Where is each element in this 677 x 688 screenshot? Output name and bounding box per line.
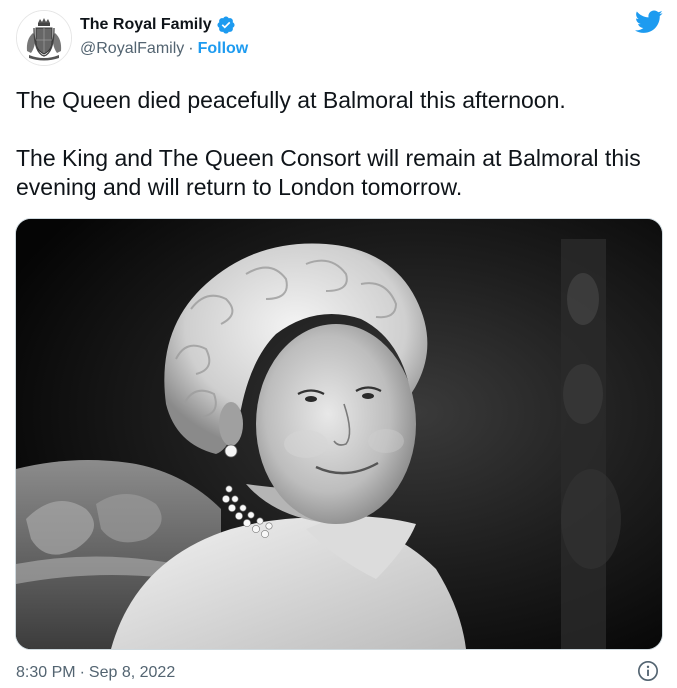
verified-badge-icon (216, 15, 236, 35)
author-handle-row: @RoyalFamily · Follow (80, 40, 248, 58)
coat-of-arms-icon (17, 11, 71, 65)
tweet-paragraph: The Queen died peacefully at Balmoral th… (16, 87, 566, 113)
tweet-time: 8:30 PM (16, 664, 76, 681)
avatar[interactable] (16, 10, 72, 66)
follow-button[interactable]: Follow (198, 40, 249, 58)
tweet-paragraph: The King and The Queen Consort will rema… (16, 145, 641, 200)
tweet-timestamp[interactable]: 8:30 PM · Sep 8, 2022 (16, 664, 175, 682)
author-handle[interactable]: @RoyalFamily (80, 40, 184, 58)
author-display-name[interactable]: The Royal Family (80, 16, 212, 34)
author-name-row: The Royal Family (80, 13, 236, 37)
tweet-text: The Queen died peacefully at Balmoral th… (16, 86, 661, 202)
info-icon[interactable] (637, 660, 659, 682)
tweet-card: The Royal Family @RoyalFamily · Follow T… (0, 0, 677, 688)
handle-separator: · (188, 40, 194, 57)
tweet-date: Sep 8, 2022 (88, 664, 176, 681)
tweet-photo[interactable] (15, 218, 663, 650)
portrait-image (16, 219, 662, 649)
timestamp-separator: · (79, 664, 85, 681)
twitter-bird-icon[interactable] (634, 10, 663, 34)
